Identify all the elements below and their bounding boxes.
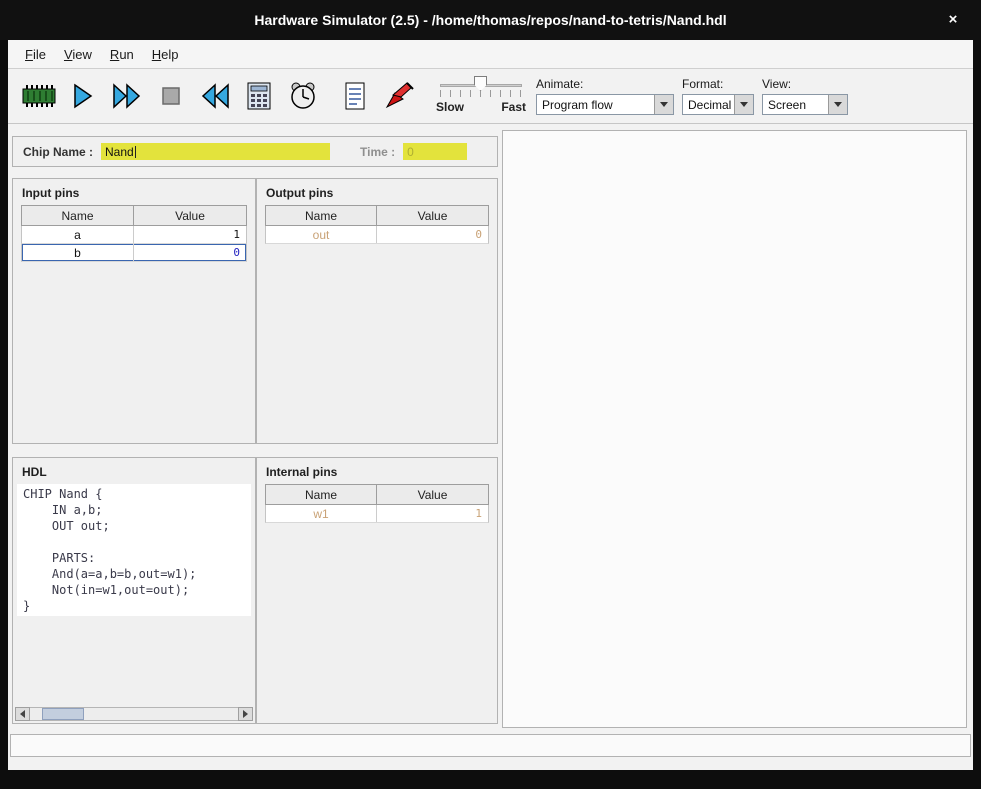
table-header: Name Value [21, 205, 247, 226]
hdl-title: HDL [13, 458, 255, 484]
chip-name-field[interactable]: Nand [101, 143, 330, 160]
horizontal-scrollbar[interactable] [15, 707, 253, 721]
scroll-left-icon[interactable] [15, 707, 30, 721]
single-step-button[interactable] [62, 75, 104, 117]
table-header: Name Value [265, 484, 489, 505]
input-pins-title: Input pins [13, 179, 255, 205]
menu-help[interactable]: Help [143, 43, 188, 66]
script-button[interactable] [334, 75, 376, 117]
reset-icon [199, 82, 231, 110]
clear-button[interactable] [378, 75, 420, 117]
hdl-code[interactable]: CHIP Nand { IN a,b; OUT out; PARTS: And(… [17, 484, 251, 616]
slow-label: Slow [436, 100, 464, 114]
internal-pins-panel: Internal pins Name Value w1 1 [256, 457, 498, 724]
animate-label: Animate: [536, 77, 674, 91]
slider-ticks [440, 90, 522, 97]
table-row: w1 1 [265, 505, 489, 523]
pin-value[interactable]: 1 [134, 226, 246, 243]
value-column-header: Value [377, 205, 489, 226]
chevron-down-icon[interactable] [734, 95, 753, 114]
menu-run[interactable]: Run [101, 43, 143, 66]
view-select[interactable]: Screen [762, 94, 848, 115]
calculator-button[interactable] [238, 75, 280, 117]
screen-view-panel [502, 130, 967, 728]
table-row[interactable]: a 1 [21, 226, 247, 244]
view-group: View: Screen [762, 77, 848, 115]
time-field: 0 [403, 143, 467, 160]
pin-name: a [22, 226, 134, 243]
fast-label: Fast [501, 100, 526, 114]
stop-button[interactable] [150, 75, 192, 117]
main-window: File View Run Help [8, 40, 973, 770]
single-step-icon [69, 82, 97, 110]
chip-header-panel: Chip Name : Nand Time : 0 [12, 136, 498, 167]
title-bar: Hardware Simulator (2.5) - /home/thomas/… [0, 0, 981, 40]
menu-file[interactable]: File [16, 43, 55, 66]
stop-icon [158, 83, 184, 109]
table-row: out 0 [265, 226, 489, 244]
chevron-down-icon[interactable] [654, 95, 673, 114]
message-bar [10, 734, 971, 757]
window-title: Hardware Simulator (2.5) - /home/thomas/… [254, 12, 726, 28]
close-icon[interactable]: × [943, 10, 963, 30]
scrollbar-track[interactable] [30, 707, 238, 721]
format-select[interactable]: Decimal [682, 94, 754, 115]
reset-button[interactable] [194, 75, 236, 117]
scroll-right-icon[interactable] [238, 707, 253, 721]
name-column-header: Name [21, 205, 134, 226]
input-pins-panel: Input pins Name Value a 1 b 0 [12, 178, 256, 444]
time-label: Time : [360, 145, 395, 159]
clock-button[interactable] [282, 75, 324, 117]
clear-icon [383, 81, 415, 111]
slider-thumb[interactable] [474, 76, 487, 91]
name-column-header: Name [265, 205, 377, 226]
name-column-header: Name [265, 484, 377, 505]
output-pins-title: Output pins [257, 179, 497, 205]
scrollbar-thumb[interactable] [42, 708, 84, 720]
animate-value: Program flow [537, 95, 654, 114]
pin-name: out [266, 226, 377, 243]
pin-value[interactable]: 0 [134, 244, 246, 261]
internal-pins-table: Name Value w1 1 [265, 484, 489, 523]
table-row[interactable]: b 0 [21, 244, 247, 262]
format-label: Format: [682, 77, 754, 91]
load-chip-button[interactable] [18, 75, 60, 117]
chevron-down-icon[interactable] [828, 95, 847, 114]
view-label: View: [762, 77, 848, 91]
toolbar: Slow Fast Animate: Program flow Format: … [8, 69, 973, 124]
value-column-header: Value [134, 205, 247, 226]
pin-name: b [22, 244, 134, 261]
script-icon [343, 81, 367, 111]
speed-slider[interactable]: Slow Fast [436, 74, 526, 118]
text-caret [135, 146, 136, 158]
hdl-panel: HDL CHIP Nand { IN a,b; OUT out; PARTS: … [12, 457, 256, 724]
clock-icon [288, 81, 318, 111]
menu-bar: File View Run Help [8, 40, 973, 69]
output-pins-table: Name Value out 0 [265, 205, 489, 244]
table-header: Name Value [265, 205, 489, 226]
animate-group: Animate: Program flow [536, 77, 674, 115]
internal-pins-title: Internal pins [257, 458, 497, 484]
time-value: 0 [407, 145, 414, 159]
slider-labels: Slow Fast [436, 100, 526, 114]
animate-select[interactable]: Program flow [536, 94, 674, 115]
run-button[interactable] [106, 75, 148, 117]
load-chip-icon [21, 84, 57, 108]
format-value: Decimal [683, 95, 734, 114]
view-value: Screen [763, 95, 828, 114]
calculator-icon [246, 81, 272, 111]
pin-value: 1 [377, 505, 488, 522]
chip-name-value: Nand [105, 145, 134, 159]
pin-name: w1 [266, 505, 377, 522]
input-pins-table: Name Value a 1 b 0 [21, 205, 247, 262]
output-pins-panel: Output pins Name Value out 0 [256, 178, 498, 444]
pin-value: 0 [377, 226, 488, 243]
format-group: Format: Decimal [682, 77, 754, 115]
run-icon [111, 82, 143, 110]
chip-name-label: Chip Name : [23, 145, 93, 159]
value-column-header: Value [377, 484, 489, 505]
menu-view[interactable]: View [55, 43, 101, 66]
